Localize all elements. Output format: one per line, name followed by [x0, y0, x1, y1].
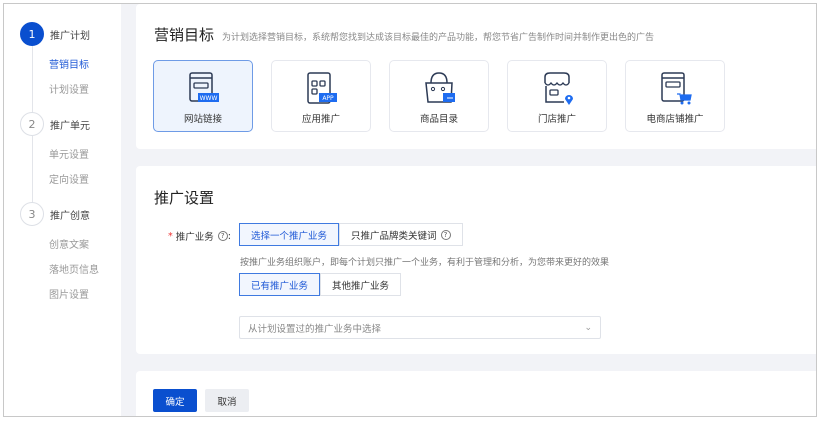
goal-title: 营销目标 — [154, 26, 215, 44]
business-select[interactable]: 从计划设置过的推广业务中选择 ⌄ — [239, 316, 601, 339]
goal-description: 为计划选择营销目标，系统帮您找到达成该目标最佳的产品功能，帮您节省广告制作时间并… — [222, 33, 655, 43]
badge-text: WWW — [200, 95, 218, 102]
substep-landing-page[interactable]: 落地页信息 — [49, 261, 99, 276]
footer-panel: 确定 取消 — [136, 371, 816, 416]
ecommerce-cart-icon — [661, 72, 692, 105]
mode-select-one-business[interactable]: 选择一个推广业务 — [239, 223, 340, 246]
help-icon[interactable]: ? — [440, 229, 451, 240]
goal-card-app[interactable]: APP 应用推广 — [271, 60, 371, 132]
step-1[interactable]: 1 推广计划 — [20, 22, 90, 46]
cancel-button[interactable]: 取消 — [205, 389, 249, 412]
card-label: 商品目录 — [419, 114, 458, 125]
substep-unit-settings[interactable]: 单元设置 — [49, 146, 89, 161]
select-placeholder: 从计划设置过的推广业务中选择 — [248, 323, 382, 335]
app-window: 1 推广计划 营销目标 计划设置 2 推广单元 单元设置 定向设置 3 推广创意 创意… — [3, 3, 817, 417]
business-field-label: * 推广业务 ? : — [168, 229, 231, 244]
store-icon — [544, 72, 573, 105]
mode-brand-keywords-only[interactable]: 只推广品牌类关键词? — [339, 223, 463, 246]
step-number: 3 — [20, 202, 44, 226]
website-icon: WWW — [189, 72, 219, 102]
step-2[interactable]: 2 推广单元 — [20, 112, 90, 136]
card-label: 网站链接 — [183, 114, 222, 125]
source-other[interactable]: 其他推广业务 — [320, 273, 402, 296]
shopping-bag-icon — [425, 72, 455, 103]
required-mark: * — [168, 230, 173, 242]
help-icon[interactable]: ? — [217, 231, 228, 241]
card-label: 电商店铺推广 — [646, 114, 704, 125]
step-connector — [32, 136, 33, 208]
substep-copy[interactable]: 创意文案 — [49, 236, 89, 251]
goal-card-catalog[interactable]: 商品目录 — [389, 60, 489, 132]
step-3[interactable]: 3 推广创意 — [20, 202, 90, 226]
source-existing[interactable]: 已有推广业务 — [239, 273, 321, 296]
substep-goal[interactable]: 营销目标 — [49, 56, 89, 71]
goal-card-store[interactable]: 门店推广 — [507, 60, 607, 132]
step-number: 1 — [20, 22, 44, 46]
source-segmented-control: 已有推广业务 其他推广业务 — [239, 273, 402, 296]
option-label: 只推广品牌类关键词 — [351, 230, 437, 242]
settings-title: 推广设置 — [154, 189, 215, 207]
chevron-down-icon: ⌄ — [584, 322, 592, 333]
substep-plan-settings[interactable]: 计划设置 — [49, 81, 89, 96]
app-icon: APP — [307, 72, 337, 104]
step-number: 2 — [20, 112, 44, 136]
settings-panel: 推广设置 * 推广业务 ? : 选择一个推广业务 只推广品牌类关键词? 按推广业… — [136, 166, 816, 354]
step-label: 推广创意 — [50, 210, 90, 222]
step-connector — [32, 44, 33, 116]
badge-text: APP — [322, 95, 334, 102]
step-label: 推广计划 — [50, 30, 90, 42]
goal-panel: 营销目标 为计划选择营销目标，系统帮您找到达成该目标最佳的产品功能，帮您节省广告… — [136, 4, 816, 149]
goal-card-ecommerce[interactable]: 电商店铺推广 — [625, 60, 725, 132]
card-label: 应用推广 — [301, 114, 340, 125]
substep-targeting[interactable]: 定向设置 — [49, 171, 89, 186]
business-hint: 按推广业务组织账户，即每个计划只推广一个业务，有利于管理和分析，为您带来更好的效… — [240, 258, 610, 268]
card-label: 门店推广 — [537, 114, 576, 125]
goal-card-website[interactable]: WWW 网站链接 — [153, 60, 253, 132]
step-sidebar: 1 推广计划 营销目标 计划设置 2 推广单元 单元设置 定向设置 3 推广创意 创意… — [4, 4, 121, 416]
step-label: 推广单元 — [50, 120, 90, 132]
mode-segmented-control: 选择一个推广业务 只推广品牌类关键词? — [239, 223, 463, 246]
confirm-button[interactable]: 确定 — [153, 389, 197, 412]
colon: : — [227, 230, 231, 242]
substep-images[interactable]: 图片设置 — [49, 286, 89, 301]
field-label: 推广业务 — [175, 232, 214, 243]
